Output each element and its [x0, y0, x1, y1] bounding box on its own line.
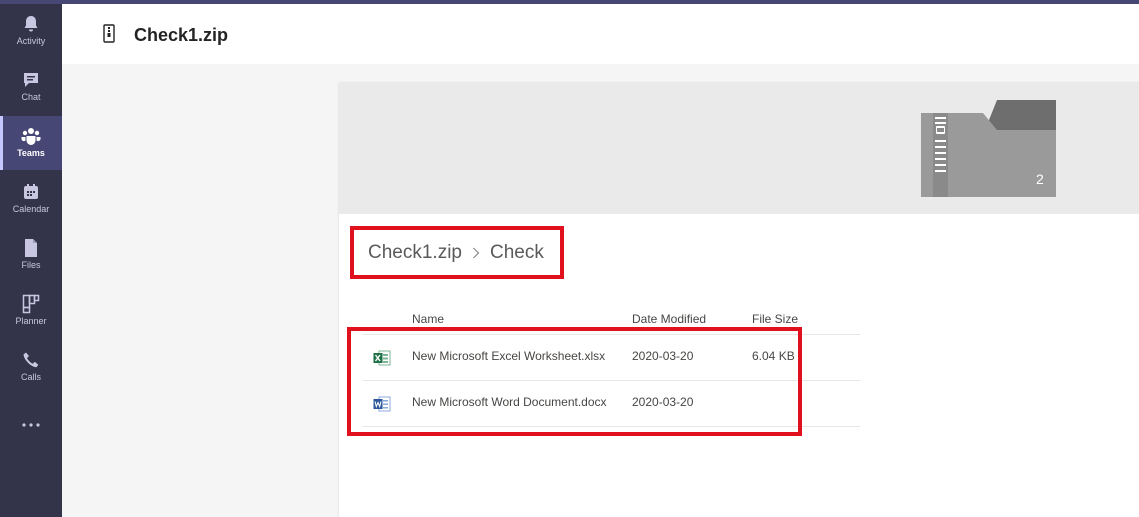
column-header-size[interactable]: File Size	[752, 312, 798, 326]
column-header-date[interactable]: Date Modified	[632, 312, 706, 326]
highlight-box-files	[347, 327, 802, 436]
chevron-right-icon	[472, 247, 480, 259]
zip-file-icon	[102, 24, 116, 44]
rail-label: Calls	[20, 372, 41, 382]
phone-icon	[21, 350, 41, 370]
chat-icon	[21, 70, 41, 90]
rail-item-calendar[interactable]: Calendar	[0, 172, 62, 226]
app-rail: Activity Chat Teams Calendar Files Plann…	[0, 4, 62, 517]
breadcrumb-item-folder[interactable]: Check	[490, 242, 544, 264]
page-title: Check1.zip	[134, 25, 229, 45]
ellipsis-icon	[21, 415, 41, 433]
breadcrumb: Check1.zip Check	[368, 242, 544, 264]
rail-label: Calendar	[12, 204, 50, 214]
rail-item-planner[interactable]: Planner	[0, 284, 62, 338]
teams-icon	[21, 126, 41, 146]
rail-label: Teams	[17, 148, 45, 158]
rail-item-chat[interactable]: Chat	[0, 60, 62, 114]
column-header-name[interactable]: Name	[412, 312, 444, 326]
rail-label: Files	[21, 260, 41, 270]
rail-label: Chat	[21, 92, 41, 102]
rail-label: Activity	[16, 36, 46, 46]
breadcrumb-item-zip[interactable]: Check1.zip	[368, 242, 462, 264]
more-apps-button[interactable]	[0, 409, 62, 439]
zip-viewer: 2 Check1.zip Check Name Date Modified Fi…	[339, 83, 1139, 517]
file-header: Check1.zip	[62, 4, 1139, 64]
folder-banner: 2	[339, 83, 1139, 214]
rail-item-calls[interactable]: Calls	[0, 340, 62, 394]
rail-label: Planner	[15, 316, 47, 326]
rail-item-activity[interactable]: Activity	[0, 4, 62, 58]
files-icon	[21, 238, 41, 258]
planner-icon	[21, 294, 41, 314]
bell-icon	[21, 14, 41, 34]
calendar-icon	[21, 182, 41, 202]
folder-item-count: 2	[1036, 171, 1044, 187]
rail-item-files[interactable]: Files	[0, 228, 62, 282]
rail-item-teams[interactable]: Teams	[0, 116, 62, 170]
